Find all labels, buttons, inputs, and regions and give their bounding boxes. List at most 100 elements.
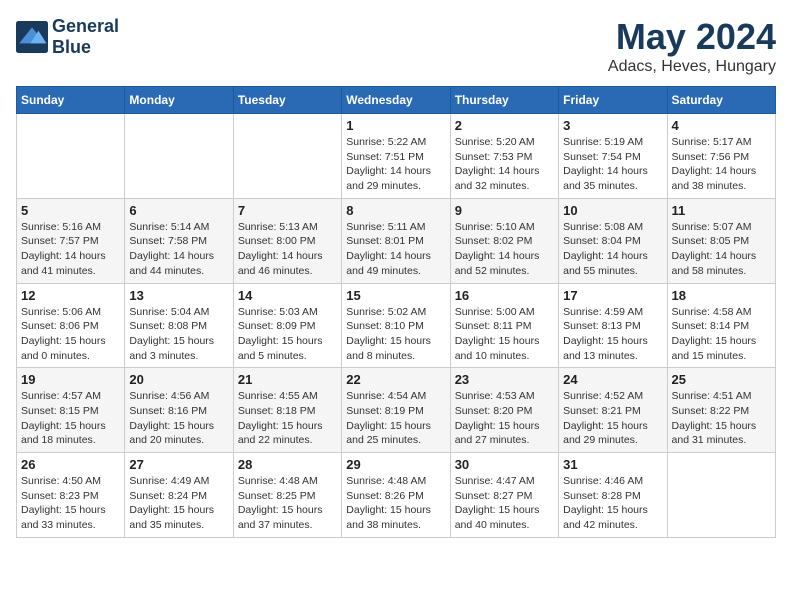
day-number: 28 <box>238 457 337 472</box>
calendar-cell: 9Sunrise: 5:10 AM Sunset: 8:02 PM Daylig… <box>450 198 558 283</box>
calendar-cell: 2Sunrise: 5:20 AM Sunset: 7:53 PM Daylig… <box>450 114 558 199</box>
day-number: 30 <box>455 457 554 472</box>
day-info: Sunrise: 5:02 AM Sunset: 8:10 PM Dayligh… <box>346 305 445 364</box>
day-number: 13 <box>129 288 228 303</box>
day-number: 16 <box>455 288 554 303</box>
calendar-cell: 22 Sunrise: 4:54 AM Sunset: 8:19 PM Dayli… <box>342 368 450 453</box>
calendar-cell: 15 Sunrise: 5:02 AM Sunset: 8:10 PM Dayli… <box>342 283 450 368</box>
calendar-cell: 6 Sunrise: 5:14 AM Sunset: 7:58 PM Daylig… <box>125 198 233 283</box>
weekday-header-monday: Monday <box>125 87 233 114</box>
calendar-cell <box>125 114 233 199</box>
calendar-cell: 17 Sunrise: 4:59 AM Sunset: 8:13 PM Dayli… <box>559 283 667 368</box>
day-info: Sunrise: 4:46 AM Sunset: 8:28 PM Dayligh… <box>563 474 662 533</box>
day-info: Sunrise: 5:08 AM Sunset: 8:04 PM Dayligh… <box>563 220 662 279</box>
logo-icon <box>16 21 48 53</box>
calendar-cell <box>17 114 125 199</box>
calendar-cell: 16 Sunrise: 5:00 AM Sunset: 8:11 PM Dayli… <box>450 283 558 368</box>
day-number: 26 <box>21 457 120 472</box>
day-info: Sunrise: 4:54 AM Sunset: 8:19 PM Dayligh… <box>346 389 445 448</box>
day-number: 4 <box>672 118 771 133</box>
calendar-cell: 27 Sunrise: 4:49 AM Sunset: 8:24 PM Dayli… <box>125 453 233 538</box>
calendar-week-1: 1 Sunrise: 5:22 AM Sunset: 7:51 PM Daylig… <box>17 114 776 199</box>
calendar-cell: 23 Sunrise: 4:53 AM Sunset: 8:20 PM Dayli… <box>450 368 558 453</box>
day-number: 11 <box>672 203 771 218</box>
logo: General Blue <box>16 16 119 58</box>
calendar-cell: 5Sunrise: 5:16 AM Sunset: 7:57 PM Daylig… <box>17 198 125 283</box>
day-number: 10 <box>563 203 662 218</box>
day-number: 22 <box>346 372 445 387</box>
day-info: Sunrise: 5:04 AM Sunset: 8:08 PM Dayligh… <box>129 305 228 364</box>
day-number: 27 <box>129 457 228 472</box>
calendar-cell: 25Sunrise: 4:51 AM Sunset: 8:22 PM Dayli… <box>667 368 775 453</box>
day-info: Sunrise: 5:13 AM Sunset: 8:00 PM Dayligh… <box>238 220 337 279</box>
day-number: 29 <box>346 457 445 472</box>
day-number: 8 <box>346 203 445 218</box>
day-number: 15 <box>346 288 445 303</box>
day-info: Sunrise: 4:52 AM Sunset: 8:21 PM Dayligh… <box>563 389 662 448</box>
day-info: Sunrise: 4:59 AM Sunset: 8:13 PM Dayligh… <box>563 305 662 364</box>
calendar-cell: 28 Sunrise: 4:48 AM Sunset: 8:25 PM Dayli… <box>233 453 341 538</box>
day-info: Sunrise: 5:16 AM Sunset: 7:57 PM Dayligh… <box>21 220 120 279</box>
calendar-cell: 18 Sunrise: 4:58 AM Sunset: 8:14 PM Dayli… <box>667 283 775 368</box>
calendar-cell: 3Sunrise: 5:19 AM Sunset: 7:54 PM Daylig… <box>559 114 667 199</box>
weekday-header-friday: Friday <box>559 87 667 114</box>
calendar-cell: 19 Sunrise: 4:57 AM Sunset: 8:15 PM Dayli… <box>17 368 125 453</box>
day-info: Sunrise: 4:51 AM Sunset: 8:22 PM Dayligh… <box>672 389 771 448</box>
day-number: 7 <box>238 203 337 218</box>
day-number: 6 <box>129 203 228 218</box>
day-number: 9 <box>455 203 554 218</box>
day-info: Sunrise: 4:58 AM Sunset: 8:14 PM Dayligh… <box>672 305 771 364</box>
calendar-cell: 30Sunrise: 4:47 AM Sunset: 8:27 PM Dayli… <box>450 453 558 538</box>
calendar-cell: 4Sunrise: 5:17 AM Sunset: 7:56 PM Daylig… <box>667 114 775 199</box>
day-info: Sunrise: 5:07 AM Sunset: 8:05 PM Dayligh… <box>672 220 771 279</box>
main-title: May 2024 <box>608 16 776 58</box>
day-number: 17 <box>563 288 662 303</box>
calendar-week-2: 5Sunrise: 5:16 AM Sunset: 7:57 PM Daylig… <box>17 198 776 283</box>
logo-text: General Blue <box>52 16 119 58</box>
calendar-cell: 10 Sunrise: 5:08 AM Sunset: 8:04 PM Dayli… <box>559 198 667 283</box>
calendar-cell: 8 Sunrise: 5:11 AM Sunset: 8:01 PM Daylig… <box>342 198 450 283</box>
day-number: 1 <box>346 118 445 133</box>
day-info: Sunrise: 4:56 AM Sunset: 8:16 PM Dayligh… <box>129 389 228 448</box>
calendar-cell: 11 Sunrise: 5:07 AM Sunset: 8:05 PM Dayli… <box>667 198 775 283</box>
day-info: Sunrise: 4:48 AM Sunset: 8:25 PM Dayligh… <box>238 474 337 533</box>
day-info: Sunrise: 4:57 AM Sunset: 8:15 PM Dayligh… <box>21 389 120 448</box>
day-info: Sunrise: 4:48 AM Sunset: 8:26 PM Dayligh… <box>346 474 445 533</box>
weekday-header-sunday: Sunday <box>17 87 125 114</box>
calendar-week-3: 12 Sunrise: 5:06 AM Sunset: 8:06 PM Dayli… <box>17 283 776 368</box>
day-number: 20 <box>129 372 228 387</box>
calendar-cell: 29 Sunrise: 4:48 AM Sunset: 8:26 PM Dayli… <box>342 453 450 538</box>
calendar-cell: 12 Sunrise: 5:06 AM Sunset: 8:06 PM Dayli… <box>17 283 125 368</box>
calendar-cell <box>667 453 775 538</box>
day-info: Sunrise: 5:00 AM Sunset: 8:11 PM Dayligh… <box>455 305 554 364</box>
day-number: 3 <box>563 118 662 133</box>
weekday-header-thursday: Thursday <box>450 87 558 114</box>
day-number: 19 <box>21 372 120 387</box>
day-info: Sunrise: 5:06 AM Sunset: 8:06 PM Dayligh… <box>21 305 120 364</box>
day-number: 24 <box>563 372 662 387</box>
calendar-cell: 7 Sunrise: 5:13 AM Sunset: 8:00 PM Daylig… <box>233 198 341 283</box>
weekday-header-saturday: Saturday <box>667 87 775 114</box>
calendar-header-row: SundayMondayTuesdayWednesdayThursdayFrid… <box>17 87 776 114</box>
day-info: Sunrise: 5:14 AM Sunset: 7:58 PM Dayligh… <box>129 220 228 279</box>
day-info: Sunrise: 5:11 AM Sunset: 8:01 PM Dayligh… <box>346 220 445 279</box>
day-info: Sunrise: 4:49 AM Sunset: 8:24 PM Dayligh… <box>129 474 228 533</box>
day-number: 18 <box>672 288 771 303</box>
calendar-cell: 20 Sunrise: 4:56 AM Sunset: 8:16 PM Dayli… <box>125 368 233 453</box>
day-info: Sunrise: 4:53 AM Sunset: 8:20 PM Dayligh… <box>455 389 554 448</box>
day-number: 31 <box>563 457 662 472</box>
weekday-header-tuesday: Tuesday <box>233 87 341 114</box>
day-number: 23 <box>455 372 554 387</box>
calendar-cell: 26 Sunrise: 4:50 AM Sunset: 8:23 PM Dayli… <box>17 453 125 538</box>
calendar-cell: 31 Sunrise: 4:46 AM Sunset: 8:28 PM Dayli… <box>559 453 667 538</box>
day-info: Sunrise: 4:50 AM Sunset: 8:23 PM Dayligh… <box>21 474 120 533</box>
day-number: 21 <box>238 372 337 387</box>
weekday-header-wednesday: Wednesday <box>342 87 450 114</box>
day-number: 14 <box>238 288 337 303</box>
calendar-week-4: 19 Sunrise: 4:57 AM Sunset: 8:15 PM Dayli… <box>17 368 776 453</box>
day-number: 12 <box>21 288 120 303</box>
title-block: May 2024 Adacs, Heves, Hungary <box>608 16 776 76</box>
day-info: Sunrise: 5:22 AM Sunset: 7:51 PM Dayligh… <box>346 135 445 194</box>
calendar-cell: 24 Sunrise: 4:52 AM Sunset: 8:21 PM Dayli… <box>559 368 667 453</box>
day-info: Sunrise: 4:55 AM Sunset: 8:18 PM Dayligh… <box>238 389 337 448</box>
